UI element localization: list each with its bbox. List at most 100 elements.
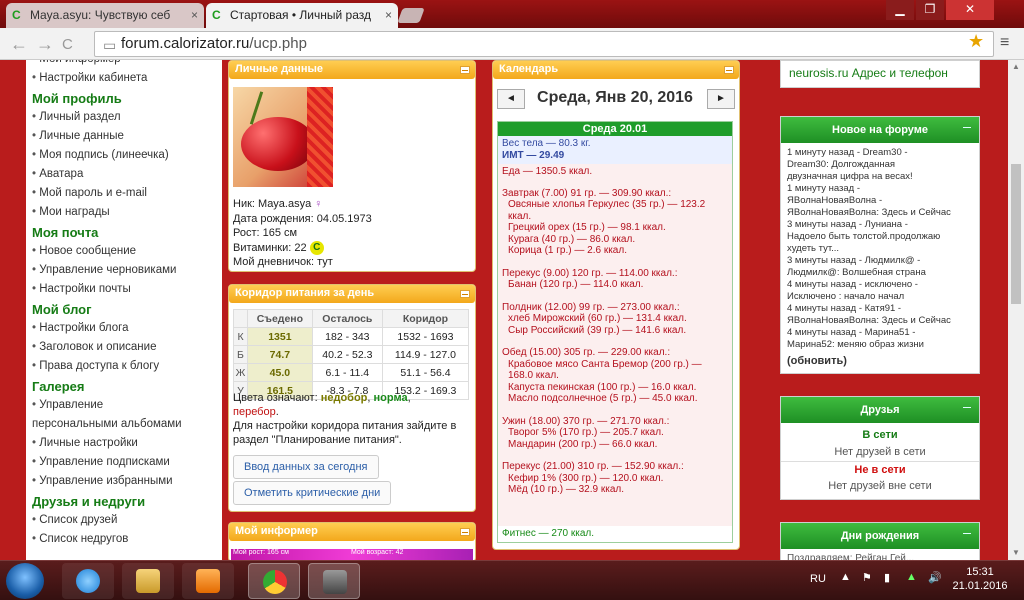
forum-feed[interactable]: 1 минуту назад - Dream30 - Dream30: Долг… bbox=[781, 143, 979, 355]
sidebar-section-heading: Мой профиль bbox=[32, 91, 122, 106]
minimize-panel-icon[interactable] bbox=[963, 407, 971, 408]
eaten-cell: 74.7 bbox=[247, 345, 313, 364]
minimize-panel-icon[interactable] bbox=[724, 66, 734, 74]
sidebar-item[interactable]: Управление подписками bbox=[32, 453, 216, 472]
back-arrow-icon[interactable]: ← bbox=[10, 34, 28, 55]
weight-box: Вес тела — 80.3 кг. ИМТ — 29.49 bbox=[498, 136, 732, 164]
taskbar-ie[interactable] bbox=[62, 563, 114, 599]
sidebar-item[interactable]: Новое сообщение bbox=[32, 242, 216, 261]
scroll-down-icon[interactable]: ▼ bbox=[1012, 548, 1020, 557]
url-domain: forum.calorizator.ru bbox=[121, 35, 250, 52]
sidebar-section-heading: Моя почта bbox=[32, 225, 99, 240]
scroll-up-icon[interactable]: ▲ bbox=[1012, 62, 1020, 71]
informer-strip: Мой рост: 165 см Мой возраст: 42 bbox=[231, 549, 473, 560]
nick-value: Maya.asya bbox=[258, 198, 312, 210]
enter-today-data-button[interactable]: Ввод данных за сегодня bbox=[233, 455, 379, 479]
refresh-link[interactable]: (обновить) bbox=[781, 355, 979, 367]
sidebar-item[interactable]: Управление избранными bbox=[32, 472, 216, 491]
minimize-panel-icon[interactable] bbox=[963, 127, 971, 128]
diary-link[interactable]: тут bbox=[317, 256, 333, 268]
minimize-panel-icon[interactable] bbox=[963, 533, 971, 534]
sidebar-item[interactable]: Моя подпись (линеечка) bbox=[32, 146, 216, 165]
sidebar-item[interactable]: Мой информер bbox=[32, 60, 216, 69]
panel-title: Календарь bbox=[499, 63, 559, 75]
sidebar-item[interactable]: Мой пароль и e-mail bbox=[32, 184, 216, 203]
battery-icon[interactable]: ▮ bbox=[884, 571, 890, 584]
action-center-icon[interactable]: ⚑ bbox=[862, 571, 872, 584]
sidebar-item[interactable]: Личный раздел bbox=[32, 108, 216, 127]
tray-arrow-icon[interactable]: ▲ bbox=[840, 571, 851, 583]
sidebar-item[interactable]: Список недругов bbox=[32, 530, 216, 549]
bookmark-star-icon[interactable]: ★ bbox=[968, 31, 984, 52]
sidebar-item[interactable]: Заголовок и описание bbox=[32, 338, 216, 357]
taskbar-media[interactable] bbox=[182, 563, 234, 599]
left-cell: 6.1 - 11.4 bbox=[311, 363, 383, 382]
tab-maya[interactable]: C Maya.asyu: Чувствую себ × bbox=[6, 3, 204, 28]
sidebar-item[interactable]: Настройки почты bbox=[32, 280, 216, 299]
minimize-panel-icon[interactable] bbox=[460, 290, 470, 298]
table-row: Ж 45.0 6.1 - 11.4 51.1 - 56.4 bbox=[233, 363, 470, 382]
meal-item: Овсяные хлопья Геркулес (35 гр.) — 123.2… bbox=[508, 199, 706, 222]
meal-item: хлеб Мирожский (60 гр.) — 131.4 ккал. bbox=[508, 313, 687, 324]
vitamin-icon: C bbox=[309, 240, 324, 255]
left-cell: 40.2 - 52.3 bbox=[311, 345, 383, 364]
minimize-panel-icon[interactable] bbox=[460, 66, 470, 74]
volume-icon[interactable]: 🔊 bbox=[928, 571, 942, 584]
meal-item: Банан (120 гр.) — 114.0 ккал. bbox=[508, 279, 644, 290]
panel-header: Календарь bbox=[493, 61, 739, 79]
range-cell: 1532 - 1693 bbox=[381, 327, 470, 346]
sidebar-item[interactable]: Личные настройки bbox=[32, 434, 216, 453]
sidebar-item[interactable]: Личные данные bbox=[32, 127, 216, 146]
page-scrollbar[interactable]: ▲ ▼ bbox=[1008, 60, 1024, 560]
panel-header: Личные данные bbox=[229, 61, 475, 79]
sidebar-item[interactable]: персональными альбомами bbox=[32, 415, 216, 434]
sidebar-item[interactable]: Управление черновиками bbox=[32, 261, 216, 280]
browser-toolbar: ← → C ▭ forum.calorizator.ru/ucp.php ★ ≡ bbox=[0, 28, 1024, 60]
close-window-button[interactable]: ✕ bbox=[946, 0, 994, 20]
label: Мой дневничок: bbox=[233, 256, 314, 268]
reload-icon[interactable]: C bbox=[62, 36, 73, 53]
close-tab-icon[interactable]: × bbox=[191, 8, 198, 22]
panel-title: Друзья bbox=[860, 404, 900, 416]
tab-start[interactable]: C Стартовая • Личный разд × bbox=[206, 3, 398, 28]
sidebar-item[interactable]: Управление bbox=[32, 396, 216, 415]
start-button[interactable] bbox=[6, 563, 44, 599]
scroll-thumb[interactable] bbox=[1011, 164, 1021, 304]
close-tab-icon[interactable]: × bbox=[385, 8, 392, 22]
sidebar-item[interactable]: Настройки кабинета bbox=[32, 69, 216, 88]
no-offline-text: Нет друзей вне сети bbox=[828, 480, 932, 492]
network-icon[interactable]: ▲ bbox=[906, 571, 917, 583]
sidebar-item[interactable]: Аватара bbox=[32, 165, 216, 184]
sidebar-item[interactable]: Права доступа к блогу bbox=[32, 357, 216, 376]
meal-gap bbox=[502, 336, 728, 347]
clock[interactable]: 15:31 21.01.2016 bbox=[950, 565, 1010, 593]
menu-icon[interactable]: ≡ bbox=[1000, 34, 1009, 52]
mark-critical-days-button[interactable]: Отметить критические дни bbox=[233, 481, 392, 505]
taskbar-explorer[interactable] bbox=[122, 563, 174, 599]
minimize-button[interactable]: ▁ bbox=[886, 0, 914, 20]
address-bar[interactable]: ▭ forum.calorizator.ru/ucp.php bbox=[94, 31, 994, 57]
label: Рост: bbox=[233, 227, 260, 239]
calendar-date: Среда, Янв 20, 2016 bbox=[537, 89, 693, 106]
minimize-panel-icon[interactable] bbox=[460, 528, 470, 536]
table-row: Б 74.7 40.2 - 52.3 114.9 - 127.0 bbox=[233, 345, 470, 364]
panel-title: Мой информер bbox=[235, 525, 318, 537]
avatar-border bbox=[307, 87, 333, 187]
forward-arrow-icon[interactable]: → bbox=[36, 34, 54, 55]
taskbar-chrome[interactable] bbox=[248, 563, 300, 599]
meal-item: Мёд (10 гр.) — 32.9 ккал. bbox=[508, 484, 624, 495]
restore-button[interactable]: ❐ bbox=[916, 0, 944, 20]
taskbar-app[interactable] bbox=[308, 563, 360, 599]
contacts-line[interactable]: neurosis.ru Адрес и телефон bbox=[780, 60, 980, 88]
next-day-button[interactable]: ► bbox=[707, 89, 735, 109]
calendar-panel: Календарь ◄ Среда, Янв 20, 2016 ► Среда … bbox=[492, 60, 740, 550]
online-label: В сети bbox=[862, 429, 898, 441]
sidebar-item[interactable]: Список друзей bbox=[32, 511, 216, 530]
meal-gap bbox=[502, 496, 728, 507]
sidebar-item[interactable]: Настройки блога bbox=[32, 319, 216, 338]
sidebar: Мой информерНастройки кабинета Мой профил… bbox=[26, 60, 222, 560]
sidebar-item[interactable]: Мои награды bbox=[32, 203, 216, 222]
language-indicator[interactable]: RU bbox=[810, 573, 826, 585]
new-tab-button[interactable] bbox=[397, 8, 425, 23]
tab-title: Maya.asyu: Чувствую себ bbox=[30, 8, 171, 22]
